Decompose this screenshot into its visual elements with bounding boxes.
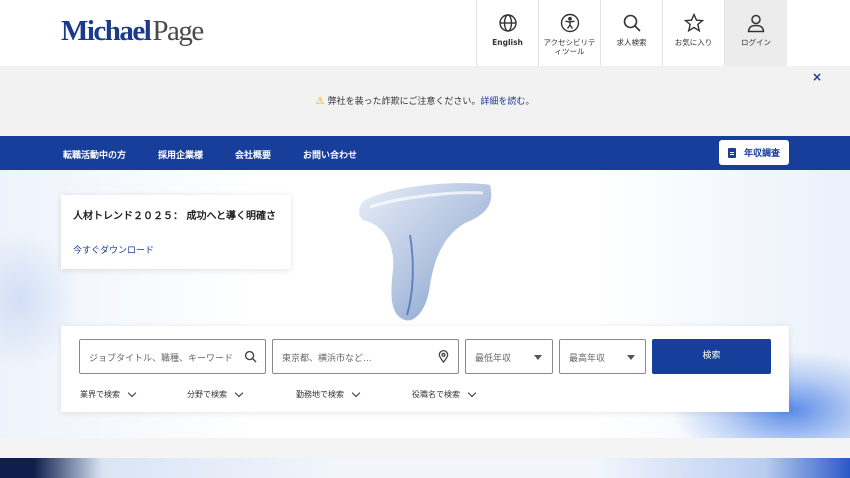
filter-industry-label: 業界で検索 <box>80 390 120 399</box>
nav-employers[interactable]: 採用企業様 <box>158 148 203 161</box>
favorites-label: お気に入り <box>674 38 713 47</box>
globe-icon <box>498 14 517 32</box>
fraud-notice-banner: ⚠ 弊社を装った詐欺にご注意ください。詳細を読む。 × <box>0 66 850 136</box>
nav-contact[interactable]: お問い合わせ <box>303 148 357 161</box>
chevron-down-icon <box>234 388 244 397</box>
login-label: ログイン <box>741 38 771 47</box>
top-utility-nav: English アクセシビリテ ィツール 求人検索 お気に入り ログイン <box>476 0 787 66</box>
chevron-down-icon <box>534 355 542 360</box>
filter-industry[interactable]: 業界で検索 <box>80 388 137 400</box>
max-salary-select[interactable]: 最高年収 <box>559 339 646 374</box>
promo-title: 人材トレンド２０２５： 成功へと導く明確さ <box>73 211 276 222</box>
filter-job-title-label: 役職名で検索 <box>412 390 460 399</box>
login-button[interactable]: ログイン <box>724 0 787 66</box>
keyword-input[interactable]: ジョブタイトル、職種、キーワード <box>79 339 266 374</box>
warning-icon: ⚠ <box>315 96 325 107</box>
talent-trends-hero-image <box>359 183 492 321</box>
filter-location-label: 勤務地で検索 <box>296 390 344 399</box>
chevron-down-icon <box>127 388 137 397</box>
chevron-down-icon <box>467 388 477 397</box>
language-label: English <box>492 38 523 47</box>
document-icon <box>727 147 736 158</box>
salary-survey-label: 年収調査 <box>743 149 780 159</box>
accessibility-tool-button[interactable]: アクセシビリテ ィツール <box>538 0 600 66</box>
location-placeholder: 東京都、横浜市など... <box>282 354 372 364</box>
filter-field[interactable]: 分野で検索 <box>187 388 244 400</box>
michael-page-logo[interactable]: MichaelPage <box>61 15 204 48</box>
min-salary-select[interactable]: 最低年収 <box>465 339 553 374</box>
search-icon <box>623 14 641 32</box>
job-search-label: 求人検索 <box>616 38 647 47</box>
nav-job-seekers[interactable]: 転職活動中の方 <box>63 148 126 161</box>
job-search-panel: ジョブタイトル、職種、キーワード 東京都、横浜市など... 最低年収 最高年収 … <box>61 326 789 412</box>
filter-field-label: 分野で検索 <box>187 390 227 399</box>
promo-download-link[interactable]: 今すぐダウンロード <box>73 243 154 256</box>
location-input[interactable]: 東京都、横浜市など... <box>272 339 459 374</box>
section-divider <box>0 438 850 458</box>
accessibility-label: アクセシビリテ ィツール <box>543 38 596 56</box>
notice-read-more-link[interactable]: 詳細を読む。 <box>480 97 534 107</box>
keyword-placeholder: ジョブタイトル、職種、キーワード <box>89 354 234 364</box>
job-search-button[interactable]: 求人検索 <box>600 0 662 66</box>
notice-message: ⚠ 弊社を装った詐欺にご注意ください。詳細を読む。 <box>0 94 850 107</box>
chevron-down-icon <box>627 355 635 360</box>
max-salary-value: 最高年収 <box>569 354 606 364</box>
logo-page: Page <box>152 15 204 47</box>
filter-location[interactable]: 勤務地で検索 <box>296 388 361 400</box>
user-icon <box>747 14 765 33</box>
talent-trends-promo-card: 人材トレンド２０２５： 成功へと導く明確さ 今すぐダウンロード <box>61 195 291 269</box>
location-pin-icon <box>438 350 449 363</box>
salary-survey-button[interactable]: 年収調査 <box>719 140 789 165</box>
min-salary-value: 最低年収 <box>475 354 512 364</box>
favorites-button[interactable]: お気に入り <box>662 0 724 66</box>
chevron-down-icon <box>351 388 361 397</box>
star-icon <box>683 13 704 33</box>
notice-text: 弊社を装った詐欺にご注意ください。 <box>327 97 481 107</box>
language-button[interactable]: English <box>476 0 538 66</box>
close-icon[interactable]: × <box>812 70 822 84</box>
site-header: MichaelPage English アクセシビリテ ィツール 求人検索 お気… <box>0 0 850 66</box>
filter-job-title[interactable]: 役職名で検索 <box>412 388 477 400</box>
search-submit-button[interactable]: 検索 <box>652 339 771 374</box>
search-icon <box>244 350 257 363</box>
accessibility-icon <box>560 13 579 33</box>
next-section-preview <box>0 458 850 478</box>
logo-michael: Michael <box>61 15 152 47</box>
nav-about[interactable]: 会社概要 <box>235 148 271 161</box>
